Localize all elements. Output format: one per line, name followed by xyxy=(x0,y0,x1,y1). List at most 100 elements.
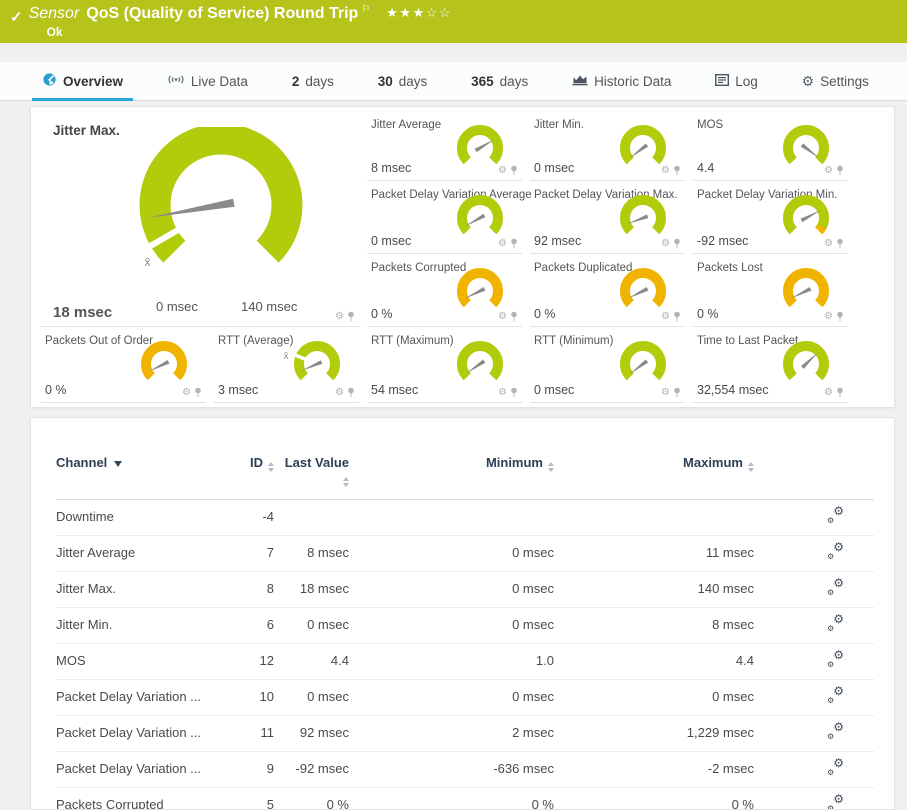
gear-icon[interactable]: ⚙ xyxy=(182,388,191,398)
gear-icon[interactable]: ⚙ xyxy=(661,166,670,176)
channel-settings-icon[interactable]: ⚙⚙ xyxy=(827,688,844,703)
channel-settings-icon[interactable]: ⚙⚙ xyxy=(827,508,844,523)
table-row[interactable]: Downtime-4⚙⚙ xyxy=(56,499,874,535)
tab-30-days[interactable]: 30days xyxy=(376,62,430,100)
cell-channel[interactable]: Jitter Average xyxy=(56,535,234,571)
tab-365-days[interactable]: 365days xyxy=(469,62,530,100)
cell-channel[interactable]: Packet Delay Variation ... xyxy=(56,679,234,715)
column-header-channel[interactable]: Channel xyxy=(56,455,234,499)
gear-icon[interactable]: ⚙ xyxy=(824,312,833,322)
header-gap xyxy=(0,43,907,62)
tab-historic-data[interactable]: Historic Data xyxy=(570,62,673,100)
pin-icon[interactable] xyxy=(836,165,844,176)
gauge-panel-jitter-max[interactable]: Jitter Max. x̄ 0 msec 140 msec 18 msec ⚙ xyxy=(41,113,359,327)
pin-icon[interactable] xyxy=(347,311,355,322)
pin-icon[interactable] xyxy=(673,238,681,249)
pin-icon[interactable] xyxy=(510,238,518,249)
sensor-title-block: Sensor QoS (Quality of Service) Round Tr… xyxy=(29,5,452,39)
cell-channel[interactable]: Packet Delay Variation ... xyxy=(56,751,234,787)
channel-settings-icon[interactable]: ⚙⚙ xyxy=(827,724,844,739)
cell-channel[interactable]: MOS xyxy=(56,643,234,679)
cell-channel[interactable]: Packet Delay Variation ... xyxy=(56,715,234,751)
gear-icon[interactable]: ⚙ xyxy=(335,388,344,398)
channel-settings-icon[interactable]: ⚙⚙ xyxy=(827,760,844,775)
channel-settings-icon[interactable]: ⚙⚙ xyxy=(827,580,844,595)
gauge-panel-jitter-average[interactable]: Jitter Average8 msec⚙ xyxy=(367,113,522,181)
pin-icon[interactable] xyxy=(510,165,518,176)
gauge-panel-packets-corrupted[interactable]: Packets Corrupted0 %⚙ xyxy=(367,256,522,327)
table-row[interactable]: Packet Delay Variation ...1192 msec2 mse… xyxy=(56,715,874,751)
gear-icon[interactable]: ⚙ xyxy=(335,312,344,322)
gear-icon[interactable]: ⚙ xyxy=(661,239,670,249)
column-header-id[interactable]: ID xyxy=(234,455,274,499)
column-header-min[interactable]: Minimum xyxy=(349,455,554,499)
gear-icon[interactable]: ⚙ xyxy=(498,166,507,176)
gear-icon[interactable]: ⚙ xyxy=(824,388,833,398)
pin-icon[interactable] xyxy=(836,387,844,398)
pin-icon[interactable] xyxy=(836,311,844,322)
table-row[interactable]: Jitter Max.818 msec0 msec140 msec⚙⚙ xyxy=(56,571,874,607)
gauge-panel-time-to-last-packet[interactable]: Time to Last Packet32,554 msec⚙ xyxy=(693,329,848,403)
tab-live-data[interactable]: Live Data xyxy=(165,62,250,100)
pin-icon[interactable] xyxy=(673,311,681,322)
gear-icon[interactable]: ⚙ xyxy=(498,388,507,398)
pin-icon[interactable] xyxy=(836,238,844,249)
gauge-panel-rtt-minimum[interactable]: RTT (Minimum)0 msec⚙ xyxy=(530,329,685,403)
gauge-panel-rtt-maximum[interactable]: RTT (Maximum)54 msec⚙ xyxy=(367,329,522,403)
table-row[interactable]: Packet Delay Variation ...100 msec0 msec… xyxy=(56,679,874,715)
gauge-panel-packets-out-of-order[interactable]: Packets Out of Order0 %⚙ xyxy=(41,329,206,403)
cell-last-value xyxy=(274,499,349,535)
gauge-title: Jitter Min. xyxy=(534,119,584,131)
log-icon xyxy=(715,74,729,89)
gear-icon[interactable]: ⚙ xyxy=(498,312,507,322)
gauge-panel-jitter-min[interactable]: Jitter Min.0 msec⚙ xyxy=(530,113,685,181)
cell-minimum: 0 msec xyxy=(349,679,554,715)
channel-settings-icon[interactable]: ⚙⚙ xyxy=(827,544,844,559)
cell-actions: ⚙⚙ xyxy=(754,499,874,535)
cell-actions: ⚙⚙ xyxy=(754,643,874,679)
column-header-max[interactable]: Maximum xyxy=(554,455,754,499)
tab-2-days[interactable]: 2days xyxy=(290,62,336,100)
pin-icon[interactable] xyxy=(194,387,202,398)
gear-icon[interactable]: ⚙ xyxy=(661,388,670,398)
gauge-panel-packets-duplicated[interactable]: Packets Duplicated0 %⚙ xyxy=(530,256,685,327)
gauge-panel-rtt-average[interactable]: RTT (Average)x̄3 msec⚙ xyxy=(214,329,359,403)
tab-label: Overview xyxy=(63,74,123,89)
priority-stars[interactable]: ★★★☆☆ xyxy=(386,5,452,21)
channel-settings-icon[interactable]: ⚙⚙ xyxy=(827,652,844,667)
gear-icon[interactable]: ⚙ xyxy=(498,239,507,249)
cell-channel[interactable]: Downtime xyxy=(56,499,234,535)
cell-channel[interactable]: Jitter Max. xyxy=(56,571,234,607)
cell-last-value: 4.4 xyxy=(274,643,349,679)
gear-icon[interactable]: ⚙ xyxy=(824,239,833,249)
gauge-panel-packet-delay-variation-max[interactable]: Packet Delay Variation Max.92 msec⚙ xyxy=(530,183,685,254)
channel-settings-icon[interactable]: ⚙⚙ xyxy=(827,616,844,631)
tab-log[interactable]: Log xyxy=(713,62,760,100)
gauge-icon xyxy=(42,72,57,90)
gauge-panel-mos[interactable]: MOS4.4⚙ xyxy=(693,113,848,181)
tab-settings[interactable]: ⚙Settings xyxy=(800,62,871,100)
pin-icon[interactable] xyxy=(347,387,355,398)
gear-icon[interactable]: ⚙ xyxy=(661,312,670,322)
table-row[interactable]: Jitter Average78 msec0 msec11 msec⚙⚙ xyxy=(56,535,874,571)
pin-icon[interactable] xyxy=(510,387,518,398)
cell-channel[interactable]: Jitter Min. xyxy=(56,607,234,643)
sensor-page: ✓ Sensor QoS (Quality of Service) Round … xyxy=(0,0,907,810)
table-row[interactable]: Packet Delay Variation ...9-92 msec-636 … xyxy=(56,751,874,787)
gear-icon[interactable]: ⚙ xyxy=(824,166,833,176)
gauge-panel-packet-delay-variation-average[interactable]: Packet Delay Variation Average0 msec⚙ xyxy=(367,183,522,254)
column-header-last[interactable]: Last Value xyxy=(274,455,349,499)
pin-icon[interactable] xyxy=(673,387,681,398)
pin-icon[interactable] xyxy=(673,165,681,176)
channel-settings-icon[interactable]: ⚙⚙ xyxy=(827,796,844,810)
gauge-panel-packets-lost[interactable]: Packets Lost0 %⚙ xyxy=(693,256,848,327)
tab-overview[interactable]: Overview xyxy=(40,62,125,100)
flag-icon[interactable]: ⚐ xyxy=(361,4,370,15)
table-row[interactable]: MOS124.41.04.4⚙⚙ xyxy=(56,643,874,679)
table-row[interactable]: Packets Corrupted50 %0 %0 %⚙⚙ xyxy=(56,787,874,810)
pin-icon[interactable] xyxy=(510,311,518,322)
gauge-panel-packet-delay-variation-min[interactable]: Packet Delay Variation Min.-92 msec⚙ xyxy=(693,183,848,254)
table-row[interactable]: Jitter Min.60 msec0 msec8 msec⚙⚙ xyxy=(56,607,874,643)
cell-channel[interactable]: Packets Corrupted xyxy=(56,787,234,810)
gauge-panel-actions: ⚙ xyxy=(498,387,518,398)
